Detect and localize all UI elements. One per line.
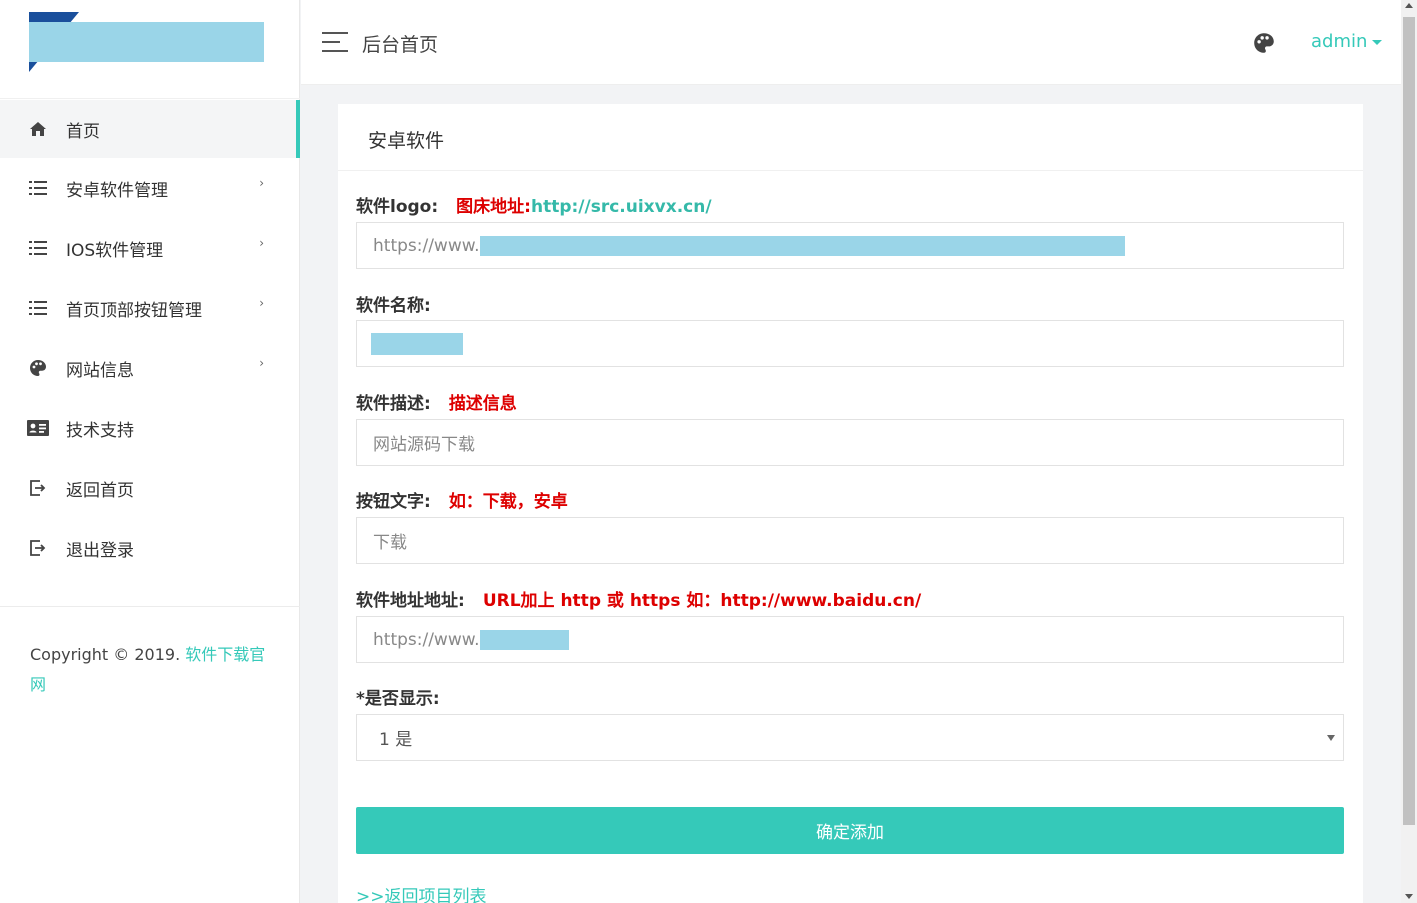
list-icon bbox=[27, 177, 49, 199]
redacted-value bbox=[479, 629, 569, 650]
download-url-input[interactable]: https://www. bbox=[356, 616, 1344, 663]
select-value: 1 是 bbox=[379, 730, 413, 750]
theme-palette-icon[interactable] bbox=[1253, 32, 1275, 54]
sidebar-item-label: IOS软件管理 bbox=[66, 240, 164, 261]
chevron-right-icon: › bbox=[259, 296, 264, 310]
page-title: 后台首页 bbox=[362, 34, 439, 56]
chevron-right-icon: › bbox=[259, 176, 264, 190]
sidebar-item-label: 首页顶部按钮管理 bbox=[66, 300, 202, 321]
sidebar-menu: 首页 安卓软件管理 › IOS软件管理 › 首页顶部按钮管理 › 网站信息 › … bbox=[0, 100, 300, 578]
palette-icon bbox=[27, 357, 49, 379]
divider bbox=[0, 606, 300, 607]
caret-down-icon bbox=[1372, 39, 1383, 45]
id-card-icon bbox=[27, 417, 49, 439]
sidebar-item-support[interactable]: 技术支持 bbox=[0, 398, 300, 458]
logo-area bbox=[0, 0, 300, 99]
hint-text: 描述信息 bbox=[448, 394, 517, 414]
scroll-up-arrow-icon[interactable] bbox=[1405, 3, 1413, 8]
sidebar-item-label: 技术支持 bbox=[66, 420, 134, 441]
input-placeholder: 下载 bbox=[373, 533, 407, 553]
desc-label: 软件描述: 描述信息 bbox=[356, 389, 517, 414]
user-menu[interactable]: admin bbox=[1311, 31, 1383, 52]
name-label: 软件名称: bbox=[356, 296, 431, 316]
sidebar-item-top-buttons[interactable]: 首页顶部按钮管理 › bbox=[0, 278, 300, 338]
hint-text: 如：下载，安卓 bbox=[448, 492, 568, 512]
sidebar-item-logout[interactable]: 退出登录 bbox=[0, 518, 300, 578]
sidebar-item-label: 首页 bbox=[66, 121, 100, 142]
hint-text: URL加上 http 或 https 如：http://www.baidu.cn… bbox=[482, 591, 922, 611]
button-text-label: 按钮文字: 如：下载，安卓 bbox=[356, 487, 568, 512]
sidebar-item-ios[interactable]: IOS软件管理 › bbox=[0, 218, 300, 278]
sidebar-item-label: 返回首页 bbox=[66, 480, 134, 501]
redacted-value bbox=[371, 332, 463, 355]
top-header: 后台首页 admin bbox=[301, 0, 1401, 85]
chevron-right-icon: › bbox=[259, 236, 264, 250]
input-value: https://www. bbox=[373, 629, 480, 650]
copyright: Copyright © 2019. 软件下载官网 bbox=[30, 640, 270, 700]
hint-link[interactable]: http://src.uixvx.cn/ bbox=[531, 197, 712, 217]
url-label: 软件地址地址: URL加上 http 或 https 如：http://www.b… bbox=[356, 586, 921, 611]
field-label: 软件描述: bbox=[356, 394, 431, 414]
sidebar-item-android[interactable]: 安卓软件管理 › bbox=[0, 158, 300, 218]
sidebar-item-label: 网站信息 bbox=[66, 360, 134, 381]
copyright-text: Copyright © 2019. bbox=[30, 645, 181, 664]
scroll-thumb[interactable] bbox=[1403, 17, 1415, 825]
user-name: admin bbox=[1311, 31, 1368, 52]
sign-out-icon bbox=[27, 477, 49, 499]
display-label: *是否显示: bbox=[356, 689, 440, 709]
sidebar-item-site-info[interactable]: 网站信息 › bbox=[0, 338, 300, 398]
field-label: 按钮文字: bbox=[356, 492, 431, 512]
logo-redacted bbox=[29, 22, 264, 62]
redacted-value bbox=[479, 235, 1125, 256]
hint-text: 图床地址: bbox=[456, 197, 531, 217]
list-icon bbox=[27, 237, 49, 259]
sidebar-item-label: 安卓软件管理 bbox=[66, 180, 168, 201]
scroll-down-arrow-icon[interactable] bbox=[1405, 894, 1413, 899]
sidebar-item-label: 退出登录 bbox=[66, 540, 134, 561]
sidebar-item-back-home[interactable]: 返回首页 bbox=[0, 458, 300, 518]
list-icon bbox=[27, 297, 49, 319]
input-value: https://www. bbox=[373, 235, 480, 256]
field-label: 软件logo: bbox=[356, 197, 439, 217]
logo-label: 软件logo: 图床地址:http://src.uixvx.cn/ bbox=[356, 192, 712, 217]
divider bbox=[338, 170, 1363, 171]
display-select[interactable]: 1 是 bbox=[356, 714, 1344, 761]
button-text-input[interactable]: 下载 bbox=[356, 517, 1344, 564]
form-card: 安卓软件 软件logo: 图床地址:http://src.uixvx.cn/ ht… bbox=[338, 104, 1363, 903]
sidebar: 首页 安卓软件管理 › IOS软件管理 › 首页顶部按钮管理 › 网站信息 › … bbox=[0, 0, 300, 903]
home-icon bbox=[27, 118, 49, 140]
sidebar-item-home[interactable]: 首页 bbox=[0, 100, 300, 158]
field-label: 软件地址地址: bbox=[356, 591, 465, 611]
submit-button[interactable]: 确定添加 bbox=[356, 807, 1344, 854]
description-input[interactable]: 网站源码下载 bbox=[356, 419, 1344, 466]
chevron-right-icon: › bbox=[259, 356, 264, 370]
card-title: 安卓软件 bbox=[368, 130, 445, 152]
input-placeholder: 网站源码下载 bbox=[373, 435, 475, 455]
scrollbar[interactable] bbox=[1401, 0, 1417, 903]
back-to-list-link[interactable]: >>返回项目列表 bbox=[356, 882, 487, 903]
dropdown-arrow-icon bbox=[1327, 735, 1335, 741]
sign-out-icon bbox=[27, 537, 49, 559]
software-name-input[interactable] bbox=[356, 320, 1344, 367]
logo-url-input[interactable]: https://www. bbox=[356, 222, 1344, 269]
menu-toggle-icon[interactable] bbox=[322, 32, 348, 52]
